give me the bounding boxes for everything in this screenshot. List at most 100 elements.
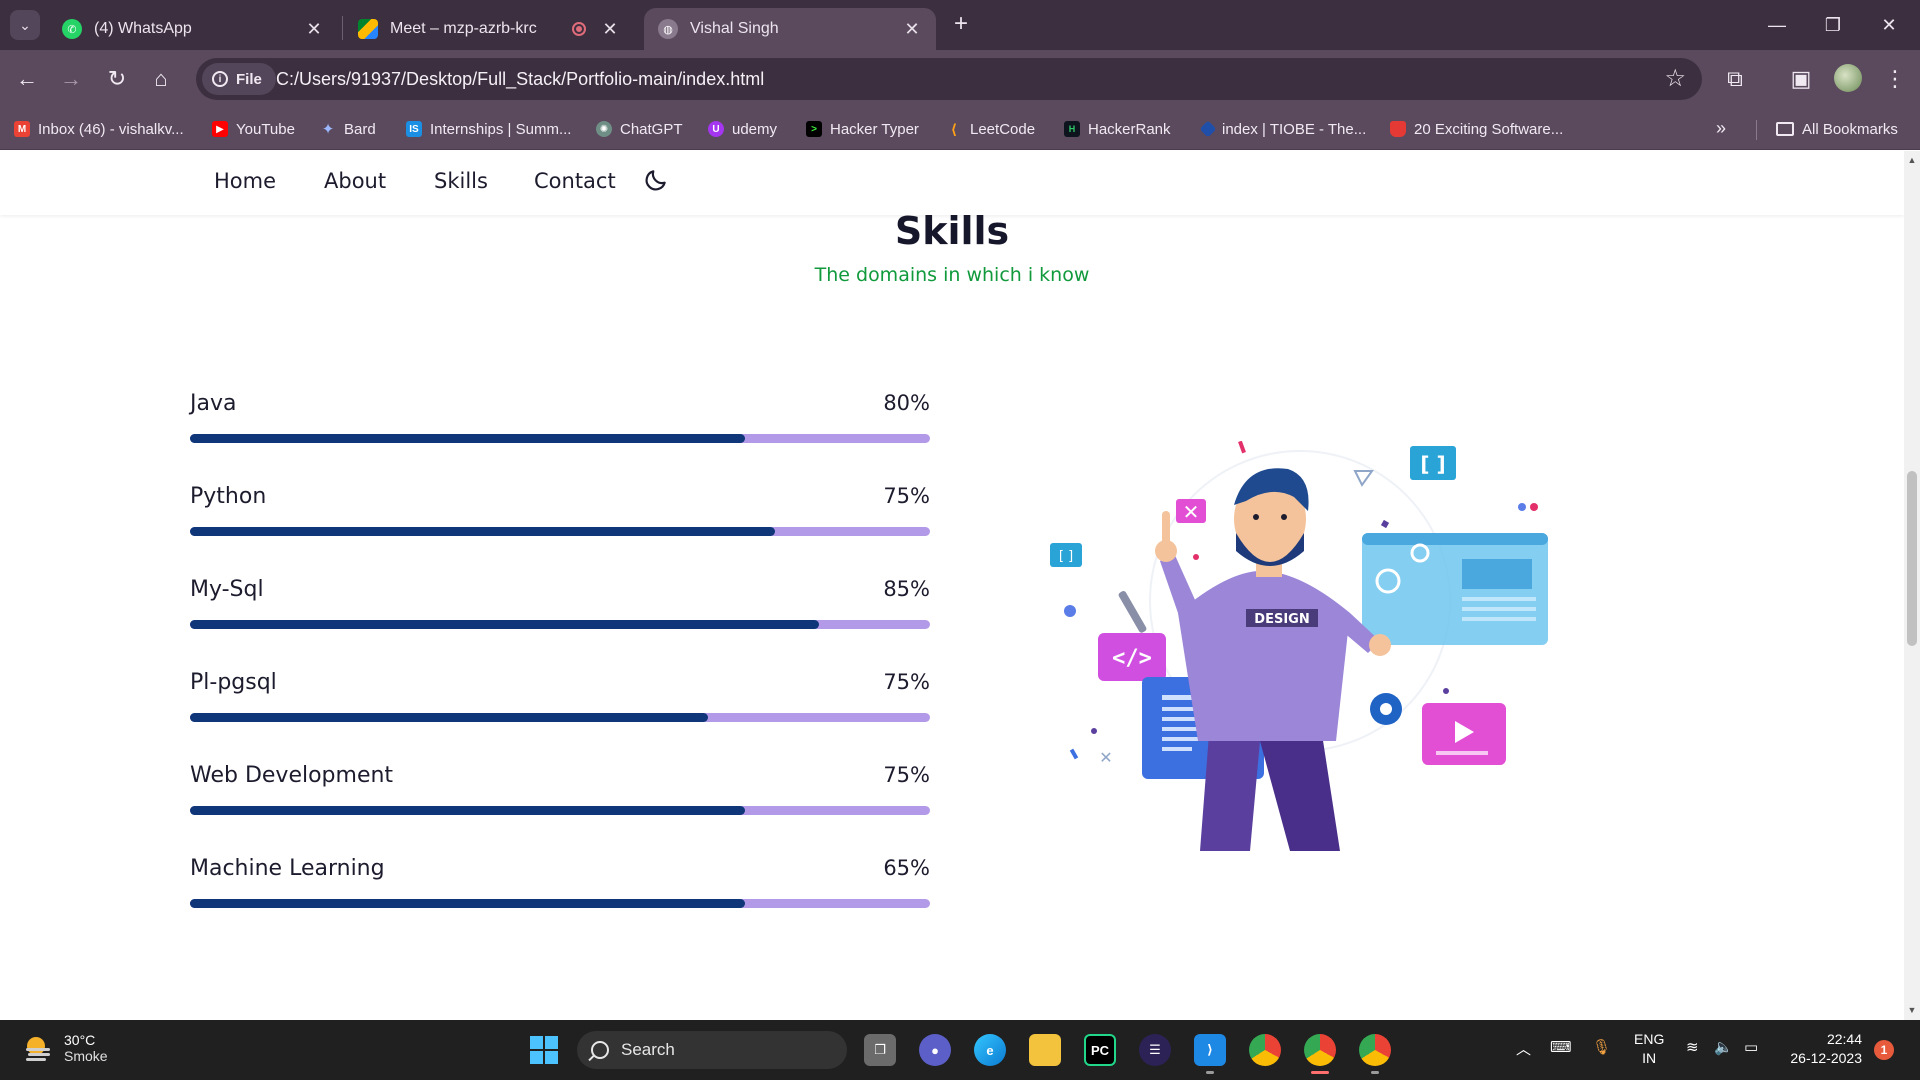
url-text[interactable]: C:/Users/91937/Desktop/Full_Stack/Portfo… [276,69,764,90]
bookmark-leetcode[interactable]: ⟨ LeetCode [946,118,1035,140]
bookmark-chatgpt[interactable]: ✺ ChatGPT [596,118,683,140]
restore-icon[interactable]: ❐ [1810,10,1856,40]
bookmark-internships[interactable]: IS Internships | Summ... [406,118,571,140]
bookmark-youtube[interactable]: ▶ YouTube [212,118,295,140]
skill-name: Pl-pgsql [190,670,277,695]
svg-text:[ ]: [ ] [1420,452,1445,476]
moon-icon[interactable] [643,167,669,193]
skill-item: Web Development 75% [190,763,930,856]
bookmark-red-icon [1390,121,1406,137]
close-window-icon[interactable]: ✕ [1866,10,1912,40]
close-icon[interactable]: ✕ [304,19,324,40]
svg-text:✕: ✕ [1183,500,1200,524]
profile-avatar[interactable] [1834,64,1862,92]
google-meet-icon [358,19,378,39]
all-bookmarks-label: All Bookmarks [1802,120,1898,138]
nav-link-about[interactable]: About [324,169,386,193]
bookmark-gmail[interactable]: M Inbox (46) - vishalkv... [14,118,184,140]
haze-sun-icon [26,1037,50,1061]
search-icon [591,1041,609,1059]
menu-kebab-icon[interactable]: ⋮ [1880,64,1910,94]
bookmark-bard[interactable]: ✦ Bard [320,118,376,140]
chevron-up-icon[interactable]: ︿ [1516,1038,1531,1059]
site-info-chip[interactable]: i File [202,63,276,95]
skill-percent: 75% [883,763,930,787]
side-panel-icon[interactable]: ▣ [1786,64,1816,94]
bookmark-label: Inbox (46) - vishalkv... [38,120,184,138]
page-scrollbar[interactable]: ▲ ▼ [1904,151,1920,1020]
nav-link-skills[interactable]: Skills [434,169,488,193]
tab-vishal-singh[interactable]: ◍ Vishal Singh ✕ [644,8,936,50]
address-bar[interactable]: i File C:/Users/91937/Desktop/Full_Stack… [196,58,1702,100]
start-windows-icon[interactable] [528,1034,560,1066]
chrome-icon[interactable] [1249,1034,1281,1066]
skill-progress-track [190,620,930,629]
running-indicator [1371,1071,1379,1074]
scroll-up-icon[interactable]: ▲ [1907,155,1917,165]
file-explorer-icon[interactable] [1029,1034,1061,1066]
reload-icon[interactable]: ↻ [102,64,132,94]
new-tab-button[interactable]: + [948,12,974,38]
eclipse-icon[interactable]: ☰ [1139,1034,1171,1066]
active-indicator [1311,1071,1329,1074]
youtube-icon: ▶ [212,121,228,137]
bookmark-software[interactable]: 20 Exciting Software... [1390,118,1563,140]
skill-progress-track [190,899,930,908]
forward-icon[interactable]: → [56,64,86,94]
bookmark-tiobe[interactable]: index | TIOBE - The... [1199,118,1366,140]
taskbar-search[interactable]: Search [577,1031,847,1069]
more-bookmarks-icon[interactable]: » [1716,118,1726,139]
tab-whatsapp[interactable]: ✆ (4) WhatsApp ✕ [48,8,338,50]
close-icon[interactable]: ✕ [600,19,620,40]
pycharm-icon[interactable]: PC [1084,1034,1116,1066]
skill-percent: 75% [883,670,930,694]
scroll-down-icon[interactable]: ▼ [1907,1005,1917,1015]
skill-item: Python 75% [190,484,930,577]
bookmark-star-icon[interactable]: ☆ [1664,64,1686,93]
minimize-icon[interactable]: — [1754,10,1800,40]
skill-progress-track [190,713,930,722]
nav-link-home[interactable]: Home [214,169,276,193]
weather-widget[interactable]: 30°C Smoke [22,1032,108,1064]
vscode-icon[interactable]: ⟩ [1194,1034,1226,1066]
microphone-icon[interactable]: 🎙 [1592,1038,1611,1056]
extensions-icon[interactable]: ⧉ [1720,64,1750,94]
bookmark-hackerrank[interactable]: H HackerRank [1064,118,1171,140]
language-indicator[interactable]: ENG IN [1634,1030,1664,1068]
keyboard-icon[interactable]: ⌨ [1550,1038,1572,1056]
skill-progress-fill [190,527,775,536]
skill-name: Python [190,484,267,509]
back-icon[interactable]: ← [12,64,42,94]
browser-toolbar: ← → ↻ ⌂ i File C:/Users/91937/Desktop/Fu… [0,50,1920,108]
nav-link-contact[interactable]: Contact [534,169,616,193]
skill-name: Machine Learning [190,856,385,881]
chatgpt-icon: ✺ [596,121,612,137]
weather-condition: Smoke [64,1048,108,1064]
skill-item: My-Sql 85% [190,577,930,670]
folder-icon [1776,122,1794,136]
tab-search-button[interactable]: ⌄ [10,10,40,40]
all-bookmarks[interactable]: All Bookmarks [1776,118,1898,140]
udemy-icon: U [708,121,724,137]
edge-icon[interactable]: e [974,1034,1006,1066]
chrome-profile-icon[interactable] [1304,1034,1336,1066]
bookmark-label: LeetCode [970,120,1036,138]
home-icon[interactable]: ⌂ [146,64,176,94]
battery-icon[interactable]: ▭ [1744,1038,1758,1056]
close-icon[interactable]: ✕ [902,19,922,40]
task-view-icon[interactable]: ❐ [864,1034,896,1066]
tab-meet[interactable]: Meet – mzp-azrb-krc ✕ [344,8,634,50]
chrome-profile-2-icon[interactable] [1359,1034,1391,1066]
wifi-icon[interactable]: ≋ [1686,1038,1699,1056]
running-indicator [1206,1071,1214,1074]
skill-item: Java 80% [190,391,930,484]
volume-icon[interactable]: 🔈 [1714,1038,1733,1056]
bookmark-udemy[interactable]: U udemy [708,118,777,140]
bookmark-hacker-typer[interactable]: > Hacker Typer [806,118,919,140]
svg-text:✕: ✕ [1099,748,1112,767]
teams-chat-icon[interactable]: ● [919,1034,951,1066]
scroll-thumb[interactable] [1907,471,1917,646]
notification-badge[interactable]: 1 [1874,1040,1894,1060]
system-clock[interactable]: 22:44 26-12-2023 [1772,1030,1862,1068]
hackerrank-icon: H [1064,121,1080,137]
